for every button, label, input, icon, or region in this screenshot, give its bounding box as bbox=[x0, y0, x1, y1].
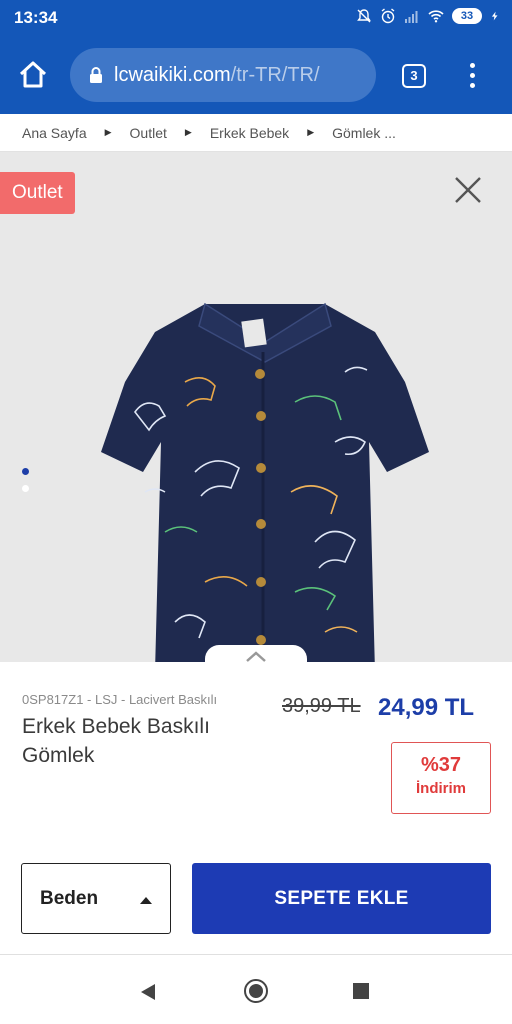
breadcrumb-item-gomlek[interactable]: Gömlek ... bbox=[332, 125, 396, 141]
caret-up-icon bbox=[140, 897, 152, 904]
size-select-label: Beden bbox=[40, 888, 99, 909]
signal-icon bbox=[405, 11, 418, 23]
close-icon[interactable] bbox=[452, 174, 484, 206]
status-bar: 13:34 33 bbox=[0, 0, 512, 36]
sale-price: 24,99 TL bbox=[378, 694, 475, 721]
url-text: lcwaikiki.com/tr-TR/TR/ bbox=[114, 64, 320, 87]
product-sku: 0SP817Z1 - LSJ - Lacivert Baskılı bbox=[22, 692, 218, 707]
home-circle-icon[interactable] bbox=[243, 978, 269, 1004]
lock-icon bbox=[90, 67, 102, 83]
mute-icon bbox=[357, 9, 371, 23]
tab-switcher-button[interactable]: 3 bbox=[402, 64, 426, 88]
browser-toolbar: lcwaikiki.com/tr-TR/TR/ 3 bbox=[0, 36, 512, 114]
add-to-cart-button[interactable]: SEPETE EKLE bbox=[192, 863, 491, 934]
product-info-panel: 0SP817Z1 - LSJ - Lacivert Baskılı Erkek … bbox=[0, 662, 512, 843]
purchase-actions: Beden SEPETE EKLE bbox=[0, 842, 512, 955]
breadcrumb-item-outlet[interactable]: Outlet bbox=[130, 125, 167, 141]
chevron-right-icon: ▶ bbox=[307, 127, 315, 137]
breadcrumb-item-home[interactable]: Ana Sayfa bbox=[22, 125, 87, 141]
battery-icon: 33 bbox=[452, 8, 482, 24]
charging-icon bbox=[491, 11, 498, 21]
outlet-badge: Outlet bbox=[0, 172, 75, 214]
alarm-icon bbox=[381, 8, 395, 24]
wifi-icon bbox=[428, 10, 444, 23]
discount-badge: %37 İndirim bbox=[391, 742, 491, 814]
clock: 13:34 bbox=[14, 8, 58, 27]
chevron-right-icon: ▶ bbox=[104, 127, 112, 137]
product-name: Erkek Bebek Baskılı Gömlek bbox=[22, 715, 210, 767]
status-icons: 33 bbox=[356, 8, 500, 24]
pagination-dot-active[interactable] bbox=[22, 468, 29, 475]
home-icon[interactable] bbox=[16, 58, 50, 92]
recent-apps-icon[interactable] bbox=[353, 983, 369, 999]
pagination-dot[interactable] bbox=[22, 485, 29, 492]
discount-label: İndirim bbox=[415, 780, 466, 797]
chevron-up-icon bbox=[246, 651, 266, 662]
discount-percent: %37 bbox=[420, 754, 462, 776]
expand-details-handle[interactable] bbox=[205, 645, 307, 662]
product-image-gallery[interactable]: Outlet bbox=[0, 152, 512, 662]
old-price: 39,99 TL bbox=[282, 695, 361, 717]
system-navigation-bar bbox=[0, 955, 512, 1024]
url-domain: lcwaikiki.com bbox=[114, 63, 231, 86]
back-icon[interactable] bbox=[139, 982, 157, 1002]
overflow-menu-icon[interactable] bbox=[462, 60, 482, 92]
size-select[interactable]: Beden bbox=[21, 863, 171, 934]
breadcrumb-item-erkek-bebek[interactable]: Erkek Bebek bbox=[210, 125, 289, 141]
address-bar[interactable]: lcwaikiki.com/tr-TR/TR/ bbox=[70, 48, 376, 102]
chevron-right-icon: ▶ bbox=[184, 127, 192, 137]
product-image bbox=[101, 302, 429, 662]
url-path: /tr-TR/TR/ bbox=[230, 63, 320, 86]
breadcrumb: Ana Sayfa ▶ Outlet ▶ Erkek Bebek ▶ Gömle… bbox=[0, 114, 512, 152]
gallery-pagination bbox=[22, 468, 29, 502]
